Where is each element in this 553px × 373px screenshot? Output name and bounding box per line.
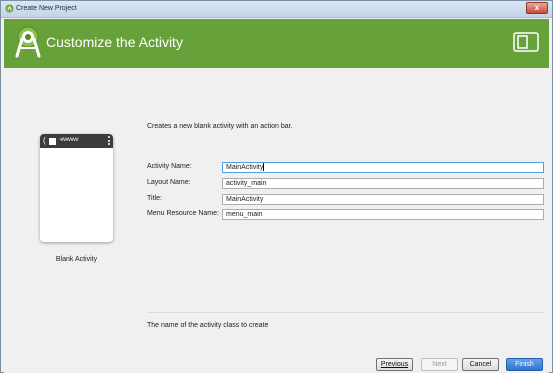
wizard-header: Customize the Activity (4, 19, 549, 68)
app-icon (5, 4, 14, 13)
layout-name-label: Layout Name: (147, 179, 191, 186)
overflow-menu-icon (108, 136, 110, 146)
window-title: Create New Project (16, 5, 77, 12)
close-button[interactable]: x (526, 2, 548, 14)
android-studio-logo-icon (15, 26, 41, 58)
finish-button[interactable]: Finish (506, 358, 543, 371)
template-label: Blank Activity (55, 256, 98, 263)
template-description: Creates a new blank activity with an act… (147, 123, 293, 130)
next-button[interactable]: Next (421, 358, 458, 371)
title-label: Title: (147, 195, 162, 202)
activity-name-input[interactable]: MainActivity (222, 162, 544, 173)
dialog-window: Create New Project x Customize the Activ… (0, 0, 553, 373)
separator (147, 312, 545, 313)
activity-name-label: Activity Name: (147, 163, 192, 170)
previous-button[interactable]: Previous (376, 358, 413, 371)
form-factor-icon (513, 32, 539, 52)
cancel-button[interactable]: Cancel (462, 358, 499, 371)
wizard-content: ( -vvvvvvv Blank Activity Creates a new … (4, 68, 549, 373)
layout-name-input[interactable]: activity_main (222, 178, 544, 189)
preview-title-placeholder: -vvvvvvv (59, 137, 79, 143)
previous-button-label: Previous (380, 361, 409, 368)
preview-nav-glyph-icon: ( (43, 136, 46, 145)
menu-resource-name-label: Menu Resource Name: (147, 210, 219, 217)
preview-action-bar: ( -vvvvvvv (40, 134, 113, 148)
field-hint: The name of the activity class to create (147, 322, 269, 329)
page-title: Customize the Activity (46, 34, 183, 50)
title-input[interactable]: MainActivity (222, 194, 544, 205)
menu-resource-name-input[interactable]: menu_main (222, 209, 544, 220)
blank-activity-template-preview[interactable]: ( -vvvvvvv (40, 134, 113, 242)
preview-app-icon (49, 138, 56, 145)
title-bar: Create New Project x (1, 1, 552, 18)
